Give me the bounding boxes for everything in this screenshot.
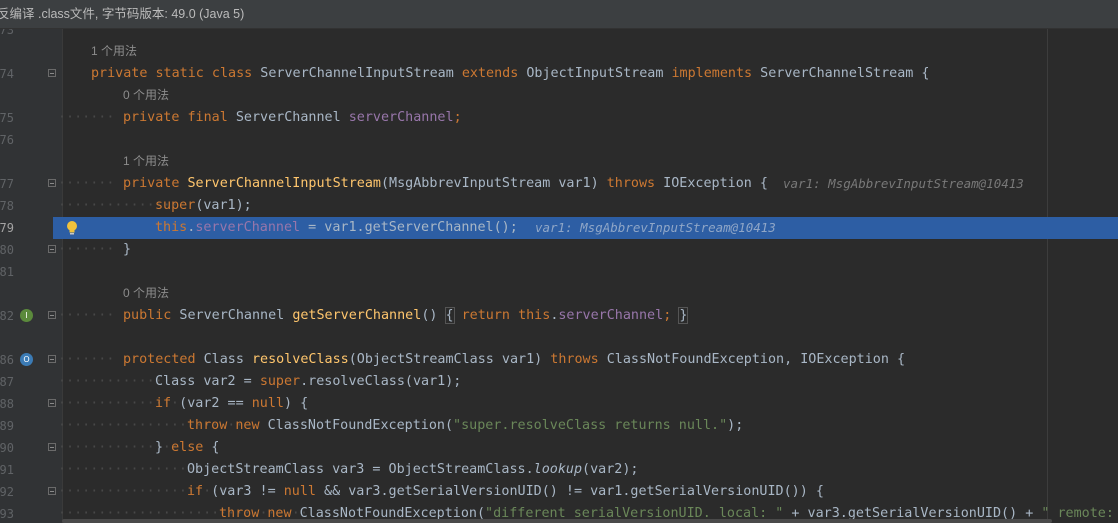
code-text: throw new ClassNotFoundException("super.… bbox=[187, 418, 744, 433]
line-number: 74 bbox=[0, 67, 14, 81]
indent-guide: ······· bbox=[58, 308, 115, 323]
fold-marker-icon[interactable] bbox=[48, 245, 56, 253]
code-text: public ServerChannel getServerChannel() … bbox=[123, 307, 689, 324]
line-number: 87 bbox=[0, 375, 14, 389]
line-number: 90 bbox=[0, 441, 14, 455]
code-line[interactable]: 78 ··············· super(var1); bbox=[0, 195, 1118, 217]
usage-hint[interactable]: 0 个用法 bbox=[123, 283, 169, 305]
fold-marker-icon[interactable] bbox=[48, 487, 56, 495]
indent-guide: ······· bbox=[58, 242, 115, 257]
line-number: 79 bbox=[0, 221, 14, 235]
line-number: 81 bbox=[0, 265, 14, 279]
code-line[interactable]: 86 O ······· protected Class resolveClas… bbox=[0, 349, 1118, 371]
code-text: protected Class resolveClass(ObjectStrea… bbox=[123, 352, 906, 367]
code-line[interactable]: 75 ······· private final ServerChannel s… bbox=[0, 107, 1118, 129]
decompiled-file-banner: 反编译 .class文件, 字节码版本: 49.0 (Java 5) bbox=[0, 0, 1118, 29]
code-line[interactable]: 76 bbox=[0, 129, 1118, 151]
code-text: Class var2 = super.resolveClass(var1); bbox=[155, 374, 462, 389]
code-text: ObjectStreamClass var3 = ObjectStreamCla… bbox=[187, 462, 639, 477]
code-line[interactable]: 80 ······· } bbox=[0, 239, 1118, 261]
line-number: 91 bbox=[0, 463, 14, 477]
line-number: 76 bbox=[0, 133, 14, 147]
fold-marker-icon[interactable] bbox=[48, 311, 56, 319]
current-execution-line[interactable]: 79 this.serverChannel = var1.getServerCh… bbox=[0, 217, 1118, 239]
indent-guide: ······· bbox=[58, 110, 115, 125]
code-line[interactable]: 87 ··············· Class var2 = super.re… bbox=[0, 371, 1118, 393]
code-text: } bbox=[123, 242, 132, 257]
code-text: } else { bbox=[155, 440, 220, 455]
code-editor[interactable]: 73 1 个用法 74 private static class ServerC… bbox=[0, 29, 1118, 523]
code-line[interactable]: 89 ······················· throw new Cla… bbox=[0, 415, 1118, 437]
code-line[interactable]: 92 ······················· if (var3 != n… bbox=[0, 481, 1118, 503]
overrides-method-icon[interactable]: O bbox=[20, 353, 33, 366]
debug-inline-value: var1: MsgAbbrevInputStream@10413 bbox=[535, 220, 776, 235]
code-line[interactable]: 82 I ······· public ServerChannel getSer… bbox=[0, 305, 1118, 327]
code-text: private ServerChannelInputStream(MsgAbbr… bbox=[123, 176, 768, 191]
code-text: super(var1); bbox=[155, 198, 252, 213]
code-line[interactable]: 90 ··············· } else { bbox=[0, 437, 1118, 459]
fold-marker-icon[interactable] bbox=[48, 179, 56, 187]
code-line[interactable]: 81 bbox=[0, 261, 1118, 283]
code-text: if (var3 != null && var3.getSerialVersio… bbox=[187, 484, 824, 499]
line-number: 78 bbox=[0, 199, 14, 213]
line-number: 82 bbox=[0, 309, 14, 323]
fold-marker-icon[interactable] bbox=[48, 355, 56, 363]
line-number: 73 bbox=[0, 29, 14, 37]
code-text: private static class ServerChannelInputS… bbox=[91, 66, 930, 81]
line-number: 75 bbox=[0, 111, 14, 125]
usage-hint[interactable]: 1 个用法 bbox=[123, 151, 169, 173]
implements-method-icon[interactable]: I bbox=[20, 309, 33, 322]
code-line[interactable]: 74 private static class ServerChannelInp… bbox=[0, 63, 1118, 85]
code-line[interactable]: 91 ······················· ObjectStreamC… bbox=[0, 459, 1118, 481]
fold-marker-icon[interactable] bbox=[48, 69, 56, 77]
usage-hint[interactable]: 0 个用法 bbox=[123, 85, 169, 107]
usage-hint[interactable]: 1 个用法 bbox=[91, 41, 137, 63]
fold-marker-icon[interactable] bbox=[48, 399, 56, 407]
line-number: 88 bbox=[0, 397, 14, 411]
fold-marker-icon[interactable] bbox=[48, 443, 56, 451]
lightbulb-icon[interactable] bbox=[66, 220, 78, 236]
indent-guide: ······· bbox=[58, 352, 115, 367]
horizontal-scrollbar[interactable] bbox=[62, 519, 1052, 523]
line-number: 93 bbox=[0, 507, 14, 521]
line-number: 77 bbox=[0, 177, 14, 191]
line-number: 86 bbox=[0, 353, 14, 367]
code-line[interactable]: 77 ······· private ServerChannelInputStr… bbox=[0, 173, 1118, 195]
code-line[interactable]: 73 bbox=[0, 29, 1118, 41]
code-text: private final ServerChannel serverChanne… bbox=[123, 110, 462, 125]
debug-inline-value: var1: MsgAbbrevInputStream@10413 bbox=[783, 176, 1024, 191]
line-number: 89 bbox=[0, 419, 14, 433]
code-line[interactable]: 88 ··············· if (var2 == null) { bbox=[0, 393, 1118, 415]
code-text: if (var2 == null) { bbox=[155, 396, 309, 411]
line-number: 92 bbox=[0, 485, 14, 499]
line-number: 80 bbox=[0, 243, 14, 257]
code-text: this.serverChannel = var1.getServerChann… bbox=[155, 220, 518, 235]
indent-guide: ······· bbox=[58, 176, 115, 191]
